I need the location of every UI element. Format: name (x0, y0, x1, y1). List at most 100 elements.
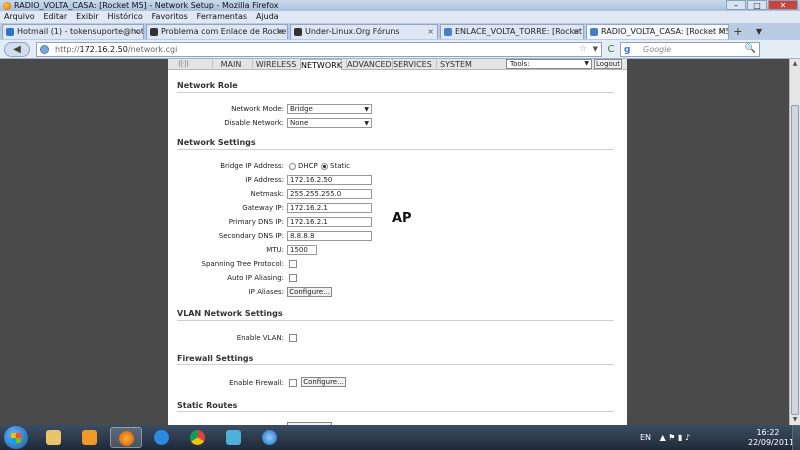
ubiquiti-logo: ((·)) (178, 59, 189, 68)
tab-close-icon[interactable]: × (573, 25, 580, 39)
new-tab-button[interactable]: + (731, 25, 745, 38)
menu-ajuda[interactable]: Ajuda (256, 12, 279, 21)
network-tool-icon (226, 430, 241, 445)
chevron-down-icon: ▼ (364, 106, 369, 113)
bookmark-star-icon[interactable]: ☆ (579, 43, 587, 56)
taskbar-internet-explorer[interactable] (146, 427, 178, 448)
site-identity-icon[interactable] (40, 45, 49, 54)
maximize-button[interactable]: □ (747, 0, 767, 10)
search-placeholder: Google (643, 45, 672, 54)
scroll-up-arrow-icon[interactable]: ▲ (790, 59, 800, 69)
tab-label: Hotmail (1) - tokensuporte@hotmail.... (17, 27, 144, 36)
section-divider (177, 320, 614, 321)
tab-under-linux[interactable]: Under-Linux.Org Fóruns × (290, 24, 438, 39)
tray-icons[interactable]: ▲ ⚑ ▮ ♪ (660, 433, 690, 442)
scroll-down-arrow-icon[interactable]: ▼ (790, 415, 800, 425)
google-icon[interactable]: g (624, 44, 630, 57)
enable-firewall-checkbox[interactable] (289, 379, 297, 387)
ap-annotation: AP (392, 211, 412, 226)
scrollbar-thumb[interactable] (791, 105, 799, 415)
dhcp-label: DHCP (298, 162, 318, 170)
url-history-dropdown-icon[interactable]: ▼ (593, 43, 598, 56)
enable-firewall-label: Enable Firewall: (229, 379, 284, 387)
language-indicator[interactable]: EN (640, 433, 651, 442)
ip-address-input[interactable]: 172.16.2.50 (287, 175, 372, 185)
forum-icon (150, 28, 158, 36)
stp-label: Spanning Tree Protocol: (201, 260, 284, 268)
enable-vlan-checkbox[interactable] (289, 334, 297, 342)
ip-aliases-configure-button[interactable]: Configure... (287, 287, 332, 297)
primary-dns-input[interactable]: 172.16.2.1 (287, 217, 372, 227)
minimize-button[interactable]: – (726, 0, 746, 10)
url-bar[interactable]: http://172.16.2.50/network.cgi ☆ ▼ (36, 42, 602, 57)
netmask-input[interactable]: 255.255.255.0 (287, 189, 372, 199)
menu-editar[interactable]: Editar (44, 12, 68, 21)
window-titlebar: RADIO_VOLTA_CASA: [Rocket M5] - Network … (0, 0, 800, 11)
tab-close-icon[interactable]: × (427, 25, 434, 39)
url-host: 172.16.2.50 (79, 45, 128, 54)
gateway-input[interactable]: 172.16.2.1 (287, 203, 372, 213)
tab-services[interactable]: SERVICES (392, 59, 432, 70)
taskbar-clock[interactable]: 16:22 22/09/2011 (748, 428, 794, 448)
back-button[interactable]: ◀ (4, 42, 30, 57)
taskbar-chrome[interactable] (182, 427, 214, 448)
logout-button[interactable]: Logout (594, 59, 622, 69)
tools-select[interactable]: Tools: ▼ (506, 59, 592, 69)
menu-favoritos[interactable]: Favoritos (152, 12, 188, 21)
start-button[interactable] (4, 426, 28, 449)
secondary-dns-input[interactable]: 8.8.8.8 (287, 231, 372, 241)
tab-main[interactable]: MAIN (212, 59, 249, 70)
tab-close-icon[interactable]: × (718, 25, 725, 39)
vertical-scrollbar[interactable]: ▲ ▼ (789, 59, 800, 425)
mtu-input[interactable]: 1500 (287, 245, 317, 255)
tab-advanced[interactable]: ADVANCED (346, 59, 392, 70)
disable-network-value: None (290, 119, 309, 127)
page-viewport: ((·)) MAIN WIRELESS NETWORK ADVANCED SER… (0, 59, 800, 425)
netmask-label: Netmask: (250, 190, 284, 198)
network-mode-select[interactable]: Bridge ▼ (287, 104, 372, 114)
search-input[interactable]: g Google 🔍 (620, 42, 760, 57)
tab-wireless[interactable]: WIRELESS (252, 59, 299, 70)
menu-historico[interactable]: Histórico (108, 12, 143, 21)
tools-label: Tools: (510, 60, 530, 68)
stp-checkbox[interactable] (289, 260, 297, 268)
tab-problema-enlace[interactable]: Problema com Enlace de Rocket Dish... × (146, 24, 288, 39)
network-role-heading: Network Role (177, 81, 238, 90)
tab-enlace-volta-torre[interactable]: ENLACE_VOLTA_TORRE: [Rocket M5]... × (440, 24, 584, 39)
hotmail-icon (6, 28, 14, 36)
tab-hotmail[interactable]: Hotmail (1) - tokensuporte@hotmail.... × (2, 24, 144, 39)
page-icon (590, 28, 598, 36)
firewall-configure-button[interactable]: Configure... (301, 377, 346, 387)
menu-arquivo[interactable]: Arquivo (4, 12, 35, 21)
taskbar-firefox[interactable] (110, 427, 142, 448)
tab-label: Problema com Enlace de Rocket Dish... (161, 27, 288, 36)
menu-exibir[interactable]: Exibir (76, 12, 99, 21)
tab-system[interactable]: SYSTEM (436, 59, 475, 70)
menu-ferramentas[interactable]: Ferramentas (197, 12, 247, 21)
static-radio[interactable] (321, 163, 328, 170)
search-icon[interactable]: 🔍 (745, 43, 756, 56)
taskbar-browser-globe[interactable] (254, 427, 286, 448)
static-routes-heading: Static Routes (177, 401, 238, 410)
firewall-heading: Firewall Settings (177, 354, 254, 363)
list-tabs-button[interactable]: ▼ (752, 25, 766, 38)
tab-radio-volta-casa[interactable]: RADIO_VOLTA_CASA: [Rocket M5] - ... × (586, 24, 729, 39)
auto-ip-label: Auto IP Aliasing: (227, 274, 284, 282)
auto-ip-checkbox[interactable] (289, 274, 297, 282)
close-window-button[interactable]: ✕ (768, 0, 798, 10)
taskbar-network-tool[interactable] (218, 427, 250, 448)
tab-bar: Hotmail (1) - tokensuporte@hotmail.... ×… (0, 23, 800, 40)
disable-network-select[interactable]: None ▼ (287, 118, 372, 128)
ip-aliases-label: IP Aliases: (248, 288, 284, 296)
tab-close-icon[interactable]: × (277, 25, 284, 39)
taskbar-explorer[interactable] (38, 427, 70, 448)
globe-icon (262, 430, 277, 445)
firefox-icon (119, 431, 134, 446)
taskbar-media-player[interactable] (74, 427, 106, 448)
dhcp-radio[interactable] (289, 163, 296, 170)
forum-icon (294, 28, 302, 36)
tab-network[interactable]: NETWORK (300, 59, 342, 70)
show-desktop-button[interactable] (792, 425, 800, 450)
reload-button[interactable]: C (604, 42, 618, 57)
tab-close-icon[interactable]: × (133, 25, 140, 39)
